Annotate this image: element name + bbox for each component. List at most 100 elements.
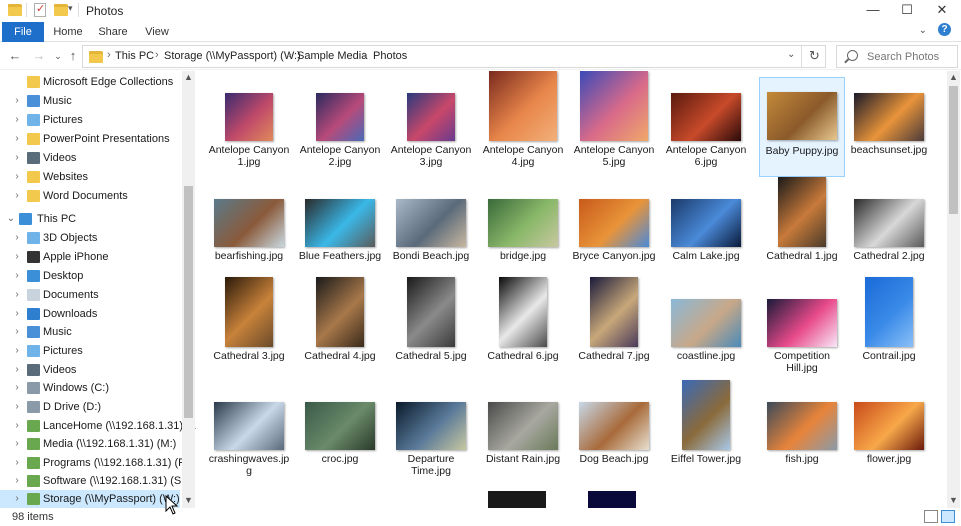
file-item[interactable]: Dog Beach.jpg [571, 386, 657, 486]
file-item[interactable]: Antelope Canyon 2.jpg [297, 77, 383, 177]
file-item[interactable]: Cathedral 2.jpg [846, 183, 932, 283]
chevron-right-icon[interactable]: › [12, 475, 22, 486]
breadcrumb-photos[interactable]: Photos [373, 50, 407, 62]
nav-item[interactable]: › Apple iPhone [0, 248, 180, 267]
chevron-right-icon[interactable]: › [12, 95, 22, 106]
search-input[interactable] [867, 49, 955, 65]
nav-item[interactable]: › Videos [0, 361, 180, 380]
chevron-right-icon[interactable]: › [12, 364, 22, 375]
scroll-down-icon[interactable]: ▼ [947, 495, 960, 505]
chevron-right-icon[interactable]: › [12, 114, 22, 125]
chevron-right-icon[interactable]: › [12, 289, 22, 300]
expand-ribbon-icon[interactable]: ⌄ [919, 25, 927, 36]
file-item[interactable]: coastline.jpg [663, 283, 749, 383]
file-item[interactable]: Baby Puppy.jpg [759, 77, 845, 177]
file-item[interactable]: Blue Feathers.jpg [297, 183, 383, 283]
breadcrumb-separator-icon[interactable]: › [288, 49, 292, 61]
breadcrumb-storage[interactable]: Storage (\\MyPassport) (W:) [164, 50, 301, 62]
file-item[interactable]: Departure Time.jpg [388, 386, 474, 486]
nav-item[interactable]: › Pictures [0, 342, 180, 361]
back-arrow-icon[interactable]: ← [6, 47, 24, 65]
chevron-right-icon[interactable]: › [12, 345, 22, 356]
help-icon[interactable]: ? [938, 23, 951, 36]
file-item[interactable]: Cathedral 4.jpg [297, 277, 383, 383]
file-item[interactable]: crashingwaves.jpg [206, 386, 292, 486]
file-item[interactable]: Antelope Canyon 4.jpg [480, 71, 566, 177]
nav-scrollbar[interactable]: ▲ ▼ [182, 71, 195, 508]
nav-item[interactable]: › Software (\\192.168.1.31) (S:) [0, 472, 188, 491]
chevron-down-icon[interactable]: ⌄ [6, 213, 16, 224]
nav-item[interactable]: › Media (\\192.168.1.31) (M:) [0, 435, 180, 454]
forward-arrow-icon[interactable]: → [30, 47, 48, 65]
nav-item[interactable]: ⌄ This PC [0, 210, 180, 229]
file-item[interactable]: flower.jpg [846, 386, 932, 486]
nav-item[interactable]: › 3D Objects [0, 229, 180, 248]
refresh-icon[interactable]: ↻ [809, 48, 820, 64]
file-item[interactable]: Cathedral 6.jpg [480, 277, 566, 383]
search-box[interactable] [836, 45, 958, 68]
nav-item[interactable]: › Programs (\\192.168.1.31) (P:) [0, 454, 192, 473]
nav-item[interactable]: › Documents [0, 286, 180, 305]
file-item[interactable]: bearfishing.jpg [206, 183, 292, 283]
file-list-scroll-thumb[interactable] [949, 86, 958, 214]
file-item[interactable]: croc.jpg [297, 386, 383, 486]
nav-item[interactable]: › Music [0, 323, 180, 342]
file-item[interactable]: Distant Rain.jpg [480, 386, 566, 486]
nav-item[interactable]: › Storage (\\MyPassport) (W:) [0, 490, 180, 508]
tab-file[interactable]: File [2, 22, 44, 42]
file-item[interactable]: Eiffel Tower.jpg [663, 380, 749, 486]
nav-item[interactable]: › Pictures [0, 111, 180, 130]
up-arrow-icon[interactable]: ↑ [64, 47, 82, 65]
address-dropdown-icon[interactable]: ⌄ [787, 49, 795, 60]
nav-item[interactable]: › Videos [0, 149, 180, 168]
minimize-button[interactable]: — [856, 0, 890, 22]
file-item[interactable]: Cathedral 7.jpg [571, 277, 657, 383]
nav-item[interactable]: › Music [0, 92, 180, 111]
chevron-right-icon[interactable]: › [12, 308, 22, 319]
maximize-button[interactable]: ☐ [890, 0, 924, 22]
nav-scroll-thumb[interactable] [184, 186, 193, 418]
scroll-up-icon[interactable]: ▲ [182, 72, 195, 82]
address-bar[interactable]: › This PC › Storage (\\MyPassport) (W:) … [82, 45, 826, 68]
tab-view[interactable]: View [140, 24, 174, 42]
file-item[interactable]: Antelope Canyon 1.jpg [206, 77, 292, 177]
quick-access-dropdown-icon[interactable]: ▾ [68, 3, 73, 14]
nav-item[interactable]: › D Drive (D:) [0, 398, 180, 417]
file-item[interactable]: Competition Hill.jpg [759, 283, 845, 383]
nav-item[interactable]: › Websites [0, 168, 180, 187]
chevron-right-icon[interactable]: › [12, 152, 22, 163]
file-item[interactable]: Calm Lake.jpg [663, 183, 749, 283]
nav-item[interactable]: › LanceHome (\\192.168.1.31) (L:) [0, 417, 196, 436]
large-icons-view-icon[interactable] [941, 510, 955, 523]
chevron-right-icon[interactable]: › [12, 401, 22, 412]
tab-home[interactable]: Home [50, 24, 86, 42]
file-item[interactable]: Cathedral 1.jpg [759, 177, 845, 283]
nav-item[interactable]: › Windows (C:) [0, 379, 180, 398]
file-list-scrollbar[interactable]: ▲ ▼ [947, 71, 960, 508]
file-item[interactable]: Contrail.jpg [846, 277, 932, 383]
chevron-right-icon[interactable]: › [12, 133, 22, 144]
nav-item[interactable]: › PowerPoint Presentations [0, 130, 180, 149]
nav-item[interactable]: › Downloads [0, 305, 180, 324]
details-view-icon[interactable] [924, 510, 938, 523]
breadcrumb-separator-icon[interactable]: › [107, 49, 111, 61]
breadcrumb-this-pc[interactable]: This PC [115, 50, 154, 62]
file-item[interactable]: Antelope Canyon 5.jpg [571, 71, 657, 177]
chevron-right-icon[interactable]: › [12, 420, 22, 431]
chevron-right-icon[interactable]: › [12, 326, 22, 337]
chevron-right-icon[interactable]: › [12, 457, 22, 468]
file-item[interactable]: bridge.jpg [480, 183, 566, 283]
file-item[interactable]: beachsunset.jpg [846, 77, 932, 177]
scroll-up-icon[interactable]: ▲ [947, 72, 960, 82]
scroll-down-icon[interactable]: ▼ [182, 495, 195, 505]
breadcrumb-separator-icon[interactable]: › [155, 49, 159, 61]
file-item[interactable]: Antelope Canyon 6.jpg [663, 77, 749, 177]
file-item[interactable]: Bryce Canyon.jpg [571, 183, 657, 283]
file-item[interactable]: Antelope Canyon 3.jpg [388, 77, 474, 177]
properties-icon[interactable] [34, 2, 46, 17]
file-item[interactable]: Cathedral 5.jpg [388, 277, 474, 383]
breadcrumb-separator-icon[interactable]: › [363, 49, 367, 61]
chevron-right-icon[interactable]: › [12, 493, 22, 504]
chevron-right-icon[interactable]: › [12, 382, 22, 393]
tab-share[interactable]: Share [96, 24, 130, 42]
